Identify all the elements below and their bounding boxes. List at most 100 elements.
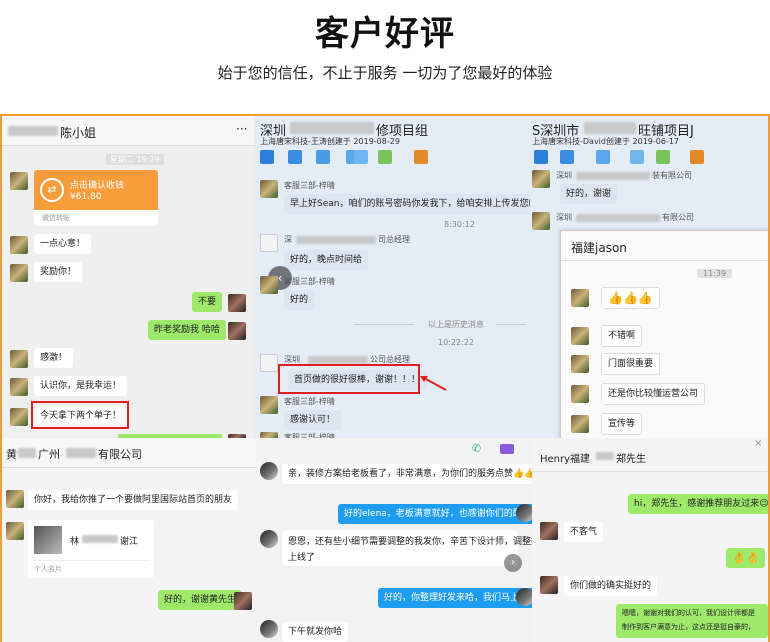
highlight-box bbox=[278, 364, 420, 394]
sub-chat-window: 福建jason 11:39 👍👍👍 不错啊 门面很重要 还是你比较懂运营公司 宣… bbox=[560, 230, 768, 440]
avatar bbox=[10, 350, 28, 368]
avatar bbox=[10, 264, 28, 282]
sender-name: 深圳 bbox=[556, 171, 572, 180]
chat-panel-wechat-chen: 陈小姐 ··· 星期二 19:29 ⇄ 点击确认收钱 ¥61.80 微信转账 一… bbox=[2, 116, 254, 440]
avatar bbox=[260, 396, 278, 414]
avatar bbox=[532, 212, 550, 230]
sender-name: 深圳 bbox=[556, 213, 572, 222]
video-icon[interactable] bbox=[500, 444, 514, 454]
arrow-pointer-icon bbox=[420, 376, 447, 391]
message-bubble: 好的，谢谢 bbox=[560, 184, 618, 204]
file-icon[interactable] bbox=[596, 150, 610, 164]
message-bubble: 你们做的确实挺好的 bbox=[564, 576, 658, 596]
mail-icon[interactable] bbox=[354, 150, 368, 164]
message-bubble: 好的elena，老板满意就好，也感谢你们的配合🌹 bbox=[338, 504, 532, 524]
phone-icon[interactable]: ✆ bbox=[472, 442, 486, 455]
page-title: 客户好评 bbox=[315, 14, 455, 54]
phone-icon[interactable] bbox=[260, 150, 274, 164]
transfer-icon: ⇄ bbox=[40, 178, 64, 202]
app-icon[interactable] bbox=[656, 150, 670, 164]
message-bubble: 下午就发你哈 bbox=[282, 622, 349, 642]
contact-card[interactable]: 林 谢江 个人名片 bbox=[28, 520, 154, 578]
testimonials-frame: 陈小姐 ··· 星期二 19:29 ⇄ 点击确认收钱 ¥61.80 微信转账 一… bbox=[0, 114, 770, 642]
avatar bbox=[516, 504, 532, 522]
avatar bbox=[571, 415, 589, 433]
message-bubble: 不要 bbox=[192, 292, 223, 312]
chat-subtitle: 上海唐宋科技-王涛创建于 2019-08-29 bbox=[260, 137, 400, 146]
mail-icon[interactable] bbox=[630, 150, 644, 164]
chat-title: 陈小姐 bbox=[60, 126, 97, 140]
video-icon[interactable] bbox=[288, 150, 302, 164]
message-bubble: 早上好Sean，咱们的账号密码你发我下，给咱安排上传发您邮 bbox=[284, 194, 532, 214]
message-bubble: 好的 bbox=[284, 290, 315, 310]
phone-icon[interactable] bbox=[534, 150, 548, 164]
sender-name: 客服三部-梓晴 bbox=[284, 397, 335, 406]
message-bubble: 好的，谢谢黄先生 bbox=[158, 590, 243, 610]
avatar bbox=[10, 236, 28, 254]
exit-icon[interactable] bbox=[414, 150, 428, 164]
avatar bbox=[10, 378, 28, 396]
message-bubble: 好的，你整理好发来哈，我们马上安排🌹 bbox=[378, 588, 532, 608]
sender-name: 客服三部-梓晴 bbox=[284, 277, 335, 286]
avatar bbox=[260, 354, 278, 372]
message-time: 8:30:12 bbox=[444, 220, 475, 229]
message-bubble: 你好，我给你推了一个要做阿里国际站首页的朋友 bbox=[28, 490, 239, 510]
message-bubble: 恩恩，还有些小细节需要调整的我发你，辛苦下设计师，调整好就可以 上线了 bbox=[282, 530, 532, 566]
transfer-card[interactable]: ⇄ 点击确认收钱 ¥61.80 微信转账 bbox=[34, 170, 158, 226]
message-bubble: 奖励你！ bbox=[34, 262, 83, 282]
message-bubble: 亲，装修方案给老板看了，非常满意，为你们的服务点赞👍👍👍 bbox=[282, 464, 532, 484]
sender-name: 客服三部-梓晴 bbox=[284, 181, 335, 190]
chat-title: Henry福建 bbox=[540, 454, 591, 465]
ok-hand-icon: 👌👌 bbox=[726, 548, 766, 568]
avatar bbox=[6, 522, 24, 540]
avatar bbox=[260, 462, 278, 480]
message-bubble: 不错啊 bbox=[601, 325, 643, 347]
next-arrow-icon[interactable]: › bbox=[504, 554, 522, 572]
page-header: 客户好评 始于您的信任，不止于服务 一切为了您最好的体验 bbox=[0, 0, 770, 114]
chat-panel-qq-group-2: S深圳市 旺铺项目J 上海唐宋科技-David创建于 2019-06-17 深圳… bbox=[530, 116, 768, 440]
card-avatar bbox=[34, 526, 62, 554]
video-icon[interactable] bbox=[560, 150, 574, 164]
redacted-name bbox=[8, 126, 58, 136]
message-bubble: 还是你比较懂运营公司 bbox=[601, 383, 706, 405]
message-bubble: 不客气 bbox=[564, 522, 604, 542]
avatar bbox=[260, 620, 278, 638]
avatar bbox=[571, 289, 589, 307]
message-bubble: 嗯嗯，谢谢对我们的认可，我们设计师都是 制作到客户满意为止，这点还是挺自豪的， bbox=[616, 604, 768, 638]
chat-panel-henry: Henry福建 郑先生 × hi，郑先生，感谢推荐朋友过来😉💌 不客气 👌👌 你… bbox=[532, 438, 768, 642]
avatar bbox=[260, 180, 278, 198]
app-icon[interactable] bbox=[378, 150, 392, 164]
avatar bbox=[234, 592, 252, 610]
chat-title: 黄 bbox=[6, 448, 17, 461]
avatar bbox=[532, 170, 550, 188]
sub-chat-title: 福建jason bbox=[571, 241, 627, 255]
transfer-label: 点击确认收钱 bbox=[70, 181, 125, 191]
message-bubble: 好的，晚点时间给 bbox=[284, 250, 369, 270]
sub-chat-time: 11:39 bbox=[697, 269, 733, 278]
message-bubble: 感谢认可！ bbox=[284, 410, 342, 430]
close-icon[interactable]: × bbox=[754, 438, 762, 449]
avatar bbox=[540, 522, 558, 540]
avatar bbox=[571, 385, 589, 403]
more-icon[interactable]: ··· bbox=[236, 122, 247, 136]
message-bubble: 宣传等 bbox=[601, 413, 643, 435]
avatar bbox=[6, 490, 24, 508]
chat-header: 陈小姐 ··· bbox=[2, 116, 254, 146]
chat-subtitle: 上海唐宋科技-David创建于 2019-06-17 bbox=[532, 137, 680, 146]
avatar bbox=[516, 588, 532, 606]
exit-icon[interactable] bbox=[690, 150, 704, 164]
sender-name: 深 bbox=[284, 235, 292, 244]
message-time: 10:22:22 bbox=[438, 338, 474, 347]
chat-panel-elena: ✆ 亲，装修方案给老板看了，非常满意，为你们的服务点赞👍👍👍 好的elena，老… bbox=[256, 438, 532, 642]
avatar bbox=[260, 276, 278, 294]
avatar bbox=[571, 355, 589, 373]
avatar bbox=[10, 408, 28, 426]
transfer-footer: 微信转账 bbox=[42, 214, 70, 222]
message-bubble: 昨老奖励我 哈哈 bbox=[148, 320, 226, 340]
avatar bbox=[540, 576, 558, 594]
screen-share-icon[interactable] bbox=[316, 150, 330, 164]
message-bubble: 认识你，是我幸运！ bbox=[34, 376, 128, 396]
message-bubble: 一点心意！ bbox=[34, 234, 92, 254]
chat-panel-huang: 黄 广州 有限公司 你好，我给你推了一个要做阿里国际站首页的朋友 林 谢江 个人… bbox=[2, 438, 256, 642]
avatar bbox=[260, 530, 278, 548]
